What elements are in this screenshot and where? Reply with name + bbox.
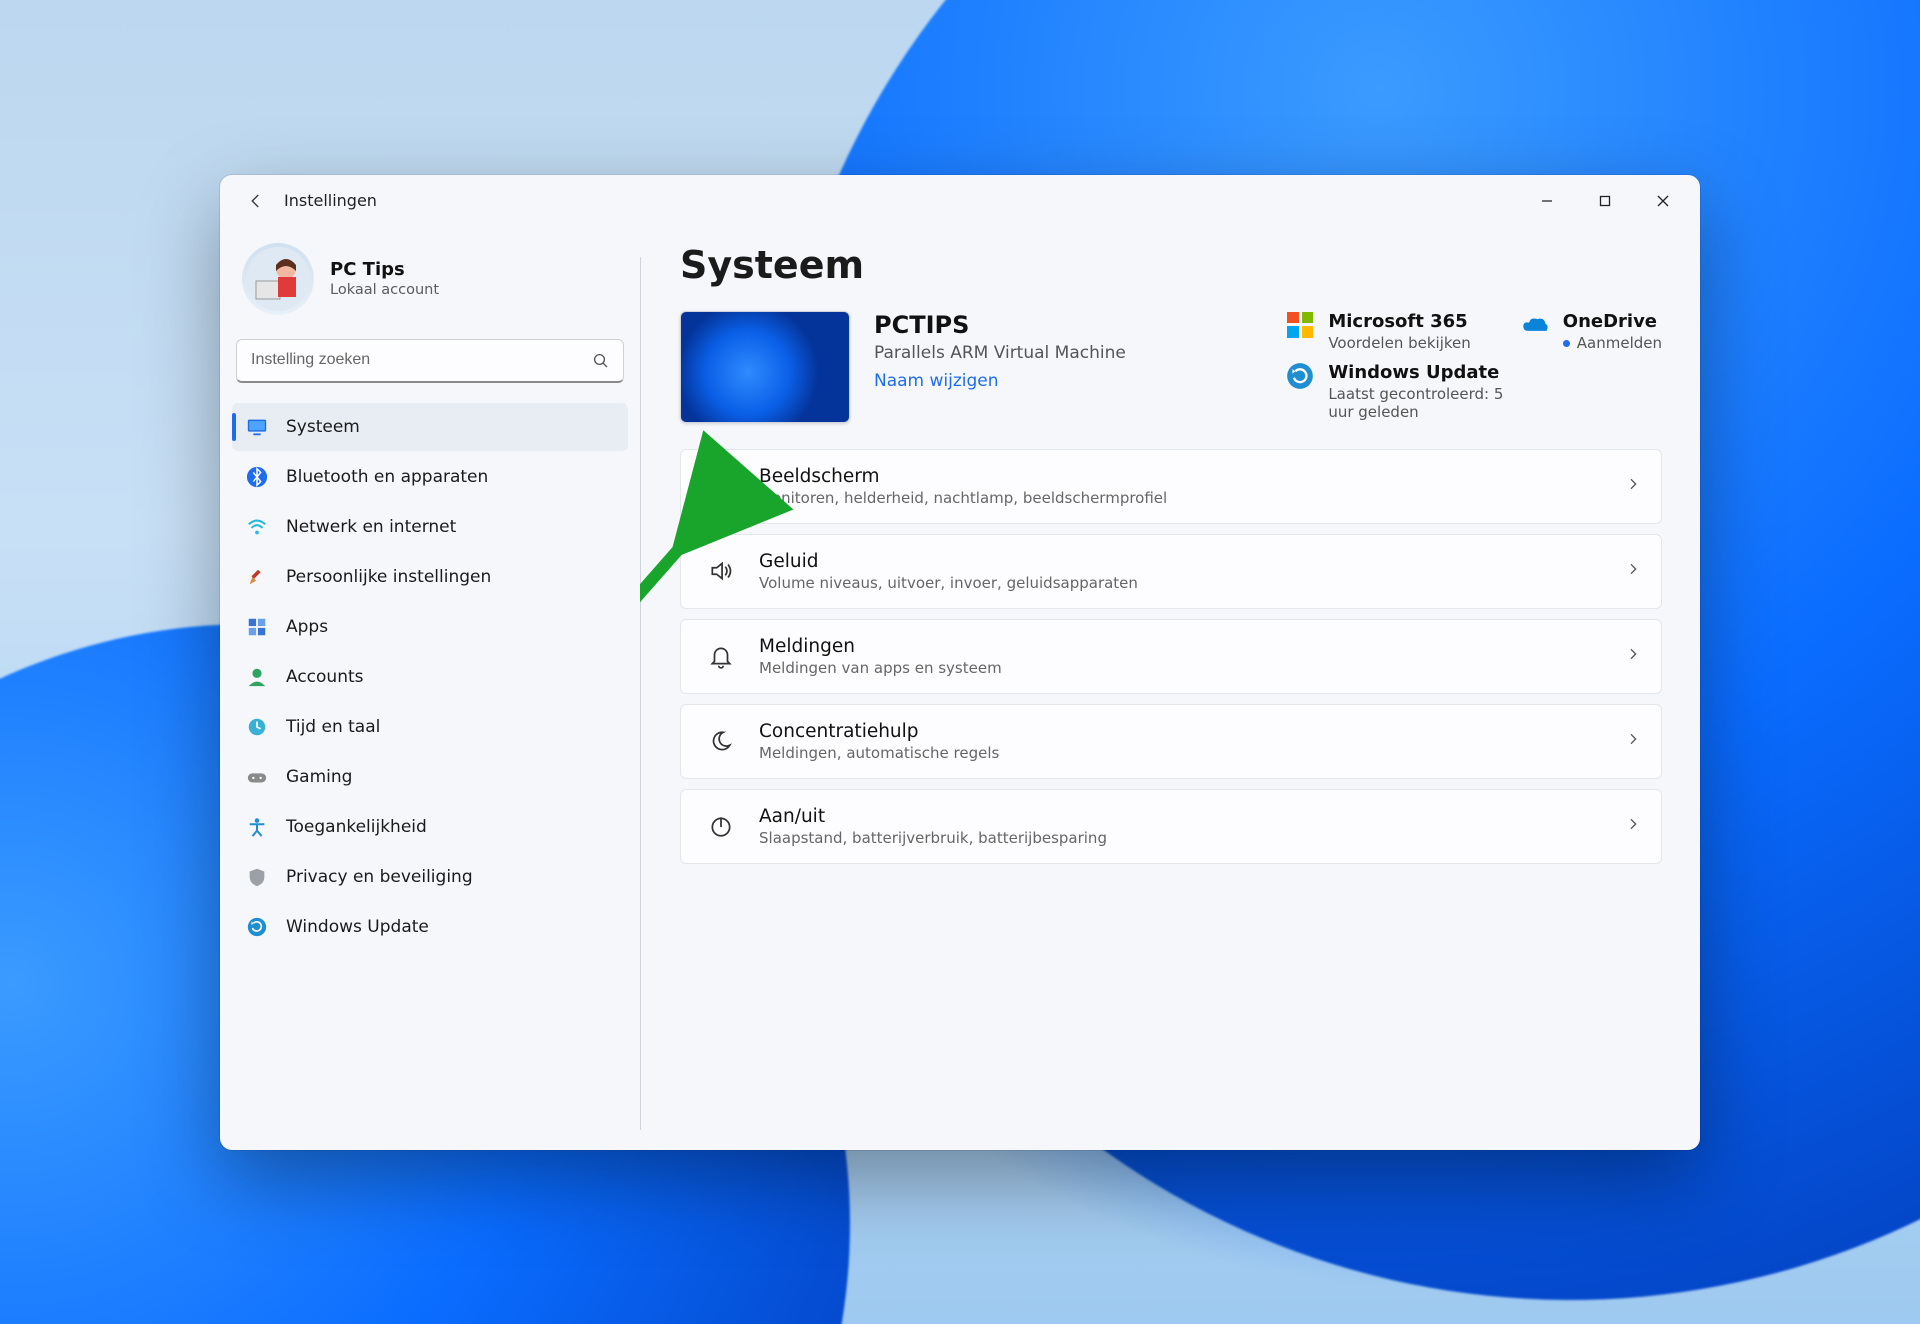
gaming-icon: [246, 766, 268, 788]
service-subtitle: Voordelen bekijken: [1328, 334, 1470, 352]
sidebar-item-label: Apps: [286, 617, 328, 637]
moon-icon: [701, 728, 741, 754]
sidebar-item-windows-update[interactable]: Windows Update: [232, 903, 628, 951]
device-model: Parallels ARM Virtual Machine: [874, 343, 1126, 363]
update-icon: [246, 916, 268, 938]
microsoft365-icon: [1286, 311, 1314, 339]
titlebar: Instellingen: [220, 175, 1700, 227]
settings-cards: Beeldscherm Monitoren, helderheid, nachtl…: [680, 449, 1662, 864]
search-icon: [592, 352, 610, 370]
bell-icon: [701, 643, 741, 669]
system-icon: [246, 416, 268, 438]
chevron-right-icon: [1625, 561, 1641, 581]
sidebar-item-privacy[interactable]: Privacy en beveiliging: [232, 853, 628, 901]
settings-window: Instellingen PC Tips: [220, 175, 1700, 1150]
privacy-icon: [246, 866, 268, 888]
minimize-button[interactable]: [1518, 179, 1576, 223]
account-subtitle: Lokaal account: [330, 282, 439, 298]
sidebar-item-apps[interactable]: Apps: [232, 603, 628, 651]
sidebar-item-time-language[interactable]: Tijd en taal: [232, 703, 628, 751]
card-sound[interactable]: Geluid Volume niveaus, uitvoer, invoer, g…: [680, 534, 1662, 609]
card-title: Geluid: [759, 551, 1138, 572]
sidebar-item-label: Tijd en taal: [286, 717, 380, 737]
card-focus-assist[interactable]: Concentratiehulp Meldingen, automatische …: [680, 704, 1662, 779]
avatar: [242, 243, 314, 315]
card-power[interactable]: Aan/uit Slaapstand, batterijverbruik, bat…: [680, 789, 1662, 864]
sidebar-item-gaming[interactable]: Gaming: [232, 753, 628, 801]
sidebar-item-accessibility[interactable]: Toegankelijkheid: [232, 803, 628, 851]
main-content: Systeem PCTIPS Parallels ARM Virtual Mac…: [640, 227, 1700, 1150]
sidebar-nav: Systeem Bluetooth en apparaten Netwerk e…: [232, 403, 628, 951]
account-card[interactable]: PC Tips Lokaal account: [232, 237, 628, 329]
service-onedrive[interactable]: OneDrive Aanmelden: [1521, 311, 1662, 352]
card-subtitle: Meldingen, automatische regels: [759, 744, 999, 762]
sidebar-item-label: Windows Update: [286, 917, 429, 937]
accounts-icon: [246, 666, 268, 688]
window-title: Instellingen: [284, 191, 377, 210]
account-name: PC Tips: [330, 259, 439, 280]
card-display[interactable]: Beeldscherm Monitoren, helderheid, nachtl…: [680, 449, 1662, 524]
back-button[interactable]: [238, 183, 274, 219]
chevron-right-icon: [1625, 816, 1641, 836]
card-subtitle: Volume niveaus, uitvoer, invoer, geluids…: [759, 574, 1138, 592]
sidebar-item-bluetooth[interactable]: Bluetooth en apparaten: [232, 453, 628, 501]
network-icon: [246, 516, 268, 538]
sidebar-item-label: Privacy en beveiliging: [286, 867, 473, 887]
service-windows-update[interactable]: Windows Update Laatst gecontroleerd: 5 u…: [1286, 362, 1516, 421]
windows-update-icon: [1286, 362, 1314, 390]
display-icon: [701, 473, 741, 499]
bluetooth-icon: [246, 466, 268, 488]
chevron-right-icon: [1625, 646, 1641, 666]
sidebar-item-accounts[interactable]: Accounts: [232, 653, 628, 701]
chevron-right-icon: [1625, 731, 1641, 751]
power-icon: [701, 813, 741, 839]
sidebar-item-label: Gaming: [286, 767, 352, 787]
sidebar-item-label: Bluetooth en apparaten: [286, 467, 488, 487]
maximize-button[interactable]: [1576, 179, 1634, 223]
card-subtitle: Meldingen van apps en systeem: [759, 659, 1002, 677]
sidebar-item-label: Systeem: [286, 417, 360, 437]
card-title: Meldingen: [759, 636, 1002, 657]
service-title: OneDrive: [1563, 311, 1662, 332]
service-title: Windows Update: [1328, 362, 1516, 383]
annotation-arrow-1: [640, 347, 650, 401]
card-subtitle: Slaapstand, batterijverbruik, batterijbe…: [759, 829, 1107, 847]
device-thumbnail: [680, 311, 850, 423]
sidebar-item-label: Toegankelijkheid: [286, 817, 427, 837]
card-title: Concentratiehulp: [759, 721, 999, 742]
card-title: Beeldscherm: [759, 466, 1167, 487]
service-subtitle: Laatst gecontroleerd: 5 uur geleden: [1328, 385, 1516, 421]
card-subtitle: Monitoren, helderheid, nachtlamp, beelds…: [759, 489, 1167, 507]
accessibility-icon: [246, 816, 268, 838]
chevron-right-icon: [1625, 476, 1641, 496]
card-notifications[interactable]: Meldingen Meldingen van apps en systeem: [680, 619, 1662, 694]
service-subtitle: Aanmelden: [1563, 334, 1662, 352]
sidebar-item-system[interactable]: Systeem: [232, 403, 628, 451]
sound-icon: [701, 558, 741, 584]
service-title: Microsoft 365: [1328, 311, 1470, 332]
sidebar: PC Tips Lokaal account Systeem Bluetooth…: [220, 227, 640, 1150]
service-microsoft365[interactable]: Microsoft 365 Voordelen bekijken: [1286, 311, 1470, 352]
card-title: Aan/uit: [759, 806, 1107, 827]
sidebar-item-label: Accounts: [286, 667, 364, 687]
search-box: [236, 339, 624, 383]
sidebar-item-personalization[interactable]: Persoonlijke instellingen: [232, 553, 628, 601]
page-title: Systeem: [680, 243, 1662, 287]
onedrive-icon: [1521, 311, 1549, 339]
time-icon: [246, 716, 268, 738]
close-button[interactable]: [1634, 179, 1692, 223]
personalization-icon: [246, 566, 268, 588]
search-input[interactable]: [236, 339, 624, 383]
device-section: PCTIPS Parallels ARM Virtual Machine Naa…: [680, 311, 1662, 423]
sidebar-item-label: Netwerk en internet: [286, 517, 456, 537]
sidebar-item-label: Persoonlijke instellingen: [286, 567, 491, 587]
apps-icon: [246, 616, 268, 638]
sidebar-item-network[interactable]: Netwerk en internet: [232, 503, 628, 551]
rename-link[interactable]: Naam wijzigen: [874, 371, 999, 391]
device-name: PCTIPS: [874, 311, 1126, 339]
